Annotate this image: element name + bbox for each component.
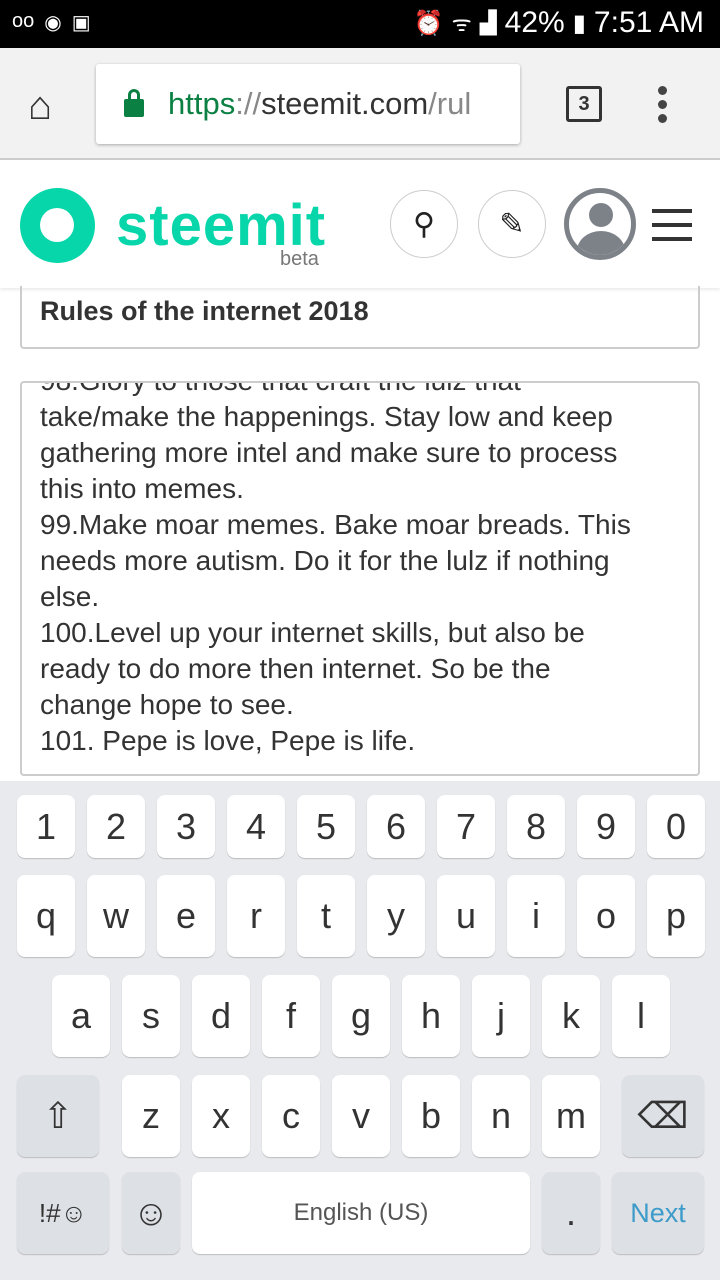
body-line: 98.Glory to those that craft the lulz th… [40,383,680,399]
body-line: this into memes. [40,473,244,504]
key-v[interactable]: v [332,1075,390,1157]
body-line: change hope to see. [40,689,294,720]
signal-icon: ▟ [479,10,497,35]
body-line: 101. Pepe is love, Pepe is life. [40,725,416,756]
key-d[interactable]: d [192,975,250,1057]
messenger-icon: ◉ [44,12,62,34]
shift-key[interactable]: ⇧ [17,1075,99,1157]
steemit-logo[interactable] [20,188,95,263]
alarm-icon: ⏰ [413,9,444,37]
key-5[interactable]: 5 [297,795,355,858]
key-b[interactable]: b [402,1075,460,1157]
key-2[interactable]: 2 [87,795,145,858]
key-f[interactable]: f [262,975,320,1057]
key-7[interactable]: 7 [437,795,495,858]
body-textarea[interactable]: 98.Glory to those that craft the lulz th… [20,381,700,776]
key-x[interactable]: x [192,1075,250,1157]
key-l[interactable]: l [612,975,670,1057]
beta-label: beta [280,248,319,270]
symbols-key[interactable]: !#☺ [17,1172,109,1254]
body-line: 99.Make moar memes. Bake moar breads. Th… [40,509,631,540]
key-a[interactable]: a [52,975,110,1057]
site-header: steemit beta ⚲ ✎ [0,162,720,288]
body-line: take/make the happenings. Stay low and k… [40,401,613,432]
key-w[interactable]: w [87,875,145,957]
key-i[interactable]: i [507,875,565,957]
battery-icon: ▮ [572,9,586,37]
key-n[interactable]: n [472,1075,530,1157]
compose-button[interactable]: ✎ [478,190,546,258]
body-line: ready to do more then internet. So be th… [40,653,551,684]
voicemail-icon: oo [12,10,35,32]
key-j[interactable]: j [472,975,530,1057]
clock: 7:51 AM [593,6,704,39]
url-host: steemit.com [261,86,429,121]
key-1[interactable]: 1 [17,795,75,858]
key-4[interactable]: 4 [227,795,285,858]
hamburger-menu-icon[interactable] [652,209,692,251]
address-bar[interactable]: https://steemit.com/rul [96,64,520,144]
wifi-icon: ᯤ [451,11,472,36]
key-c[interactable]: c [262,1075,320,1157]
key-6[interactable]: 6 [367,795,425,858]
search-icon: ⚲ [413,207,435,241]
key-s[interactable]: s [122,975,180,1057]
body-line: 100.Level up your internet skills, but a… [40,617,585,648]
url-scheme: https [168,86,236,121]
image-icon: ▣ [71,12,91,34]
browser-toolbar: ⌂ https://steemit.com/rul 3 [0,48,720,160]
lock-icon [124,89,144,117]
url-path: /rul [428,86,472,121]
key-u[interactable]: u [437,875,495,957]
key-h[interactable]: h [402,975,460,1057]
key-8[interactable]: 8 [507,795,565,858]
key-0[interactable]: 0 [647,795,705,858]
key-z[interactable]: z [122,1075,180,1157]
avatar[interactable] [564,188,636,260]
key-t[interactable]: t [297,875,355,957]
tab-switcher-button[interactable]: 3 [566,86,602,122]
emoji-key[interactable]: ☺ [122,1172,180,1254]
key-k[interactable]: k [542,975,600,1057]
body-line: gathering more intel and make sure to pr… [40,437,618,468]
body-line: else. [40,581,100,612]
backspace-key[interactable]: ⌫ [622,1075,704,1157]
home-icon[interactable]: ⌂ [28,84,52,129]
next-key[interactable]: Next [612,1172,704,1254]
key-9[interactable]: 9 [577,795,635,858]
key-e[interactable]: e [157,875,215,957]
key-q[interactable]: q [17,875,75,957]
body-line: needs more autism. Do it for the lulz if… [40,545,610,576]
keyboard: 1 2 3 4 5 6 7 8 9 0 q w e r t y u i o p a s d f g h j k l ⇧ z x c v b n m ⌫ !#… [0,781,720,1280]
key-r[interactable]: r [227,875,285,957]
key-o[interactable]: o [577,875,635,957]
search-button[interactable]: ⚲ [390,190,458,258]
overflow-menu-icon[interactable] [658,86,668,128]
status-bar: oo ◉ ▣ ⏰ ᯤ ▟ 42% ▮ 7:51 AM [0,0,720,48]
space-key[interactable]: English (US) [192,1172,530,1254]
battery-percent: 42% [504,6,565,39]
key-m[interactable]: m [542,1075,600,1157]
url-separator: :// [235,86,262,121]
key-y[interactable]: y [367,875,425,957]
title-input[interactable]: Rules of the internet 2018 [20,286,700,349]
key-g[interactable]: g [332,975,390,1057]
key-3[interactable]: 3 [157,795,215,858]
pencil-icon: ✎ [499,207,525,241]
period-key[interactable]: . [542,1172,600,1254]
key-p[interactable]: p [647,875,705,957]
